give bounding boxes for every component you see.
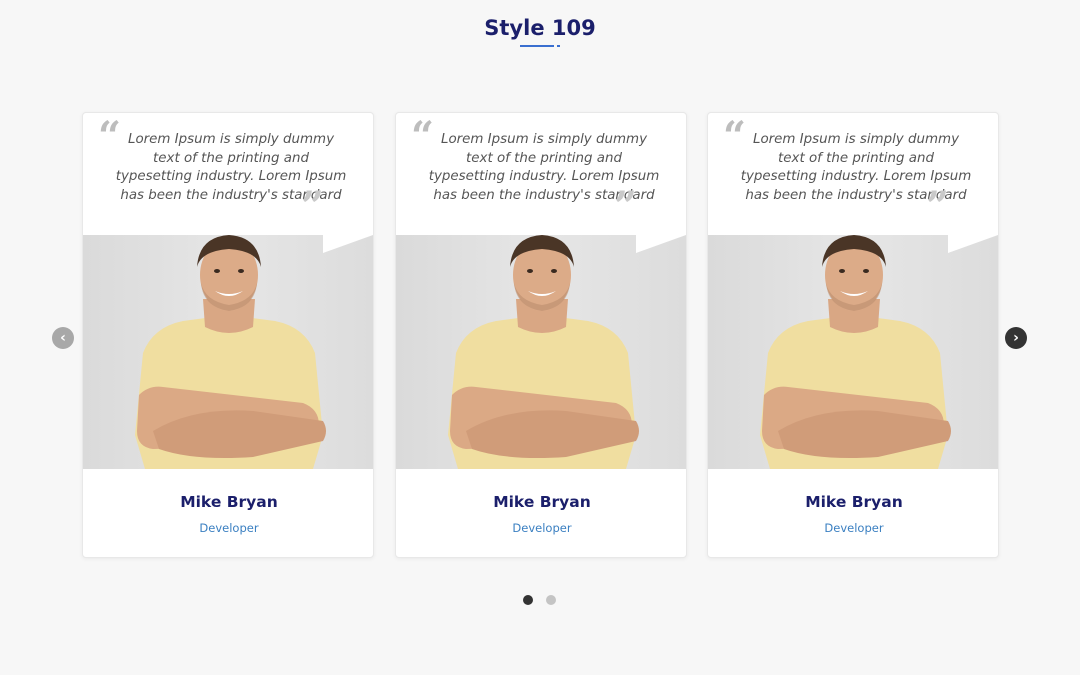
person-name: Mike Bryan (180, 493, 278, 511)
prev-arrow-icon[interactable]: ‹ (52, 327, 74, 349)
pagination-dot-active[interactable] (523, 595, 533, 605)
title-underline-dot (557, 45, 560, 47)
person-photo (83, 235, 373, 469)
person-role: Developer (199, 521, 259, 535)
speech-notch (636, 235, 686, 253)
testimonial-card: “ Lorem Ipsum is simply dummy text of th… (82, 112, 374, 558)
close-quote-icon: ” (301, 183, 325, 230)
person-photo (396, 235, 686, 469)
person-photo (708, 235, 998, 469)
close-quote-icon: ” (614, 183, 638, 230)
pagination-dot[interactable] (546, 595, 556, 605)
person-role: Developer (824, 521, 884, 535)
close-quote-icon: ” (926, 183, 950, 230)
title-underline (520, 45, 554, 47)
person-role: Developer (512, 521, 572, 535)
speech-notch (323, 235, 373, 253)
speech-notch (948, 235, 998, 253)
person-name: Mike Bryan (805, 493, 903, 511)
testimonial-card: “ Lorem Ipsum is simply dummy text of th… (707, 112, 999, 558)
person-name: Mike Bryan (493, 493, 591, 511)
page-title: Style 109 (484, 16, 596, 40)
next-arrow-icon[interactable]: › (1005, 327, 1027, 349)
testimonial-card: “ Lorem Ipsum is simply dummy text of th… (395, 112, 687, 558)
